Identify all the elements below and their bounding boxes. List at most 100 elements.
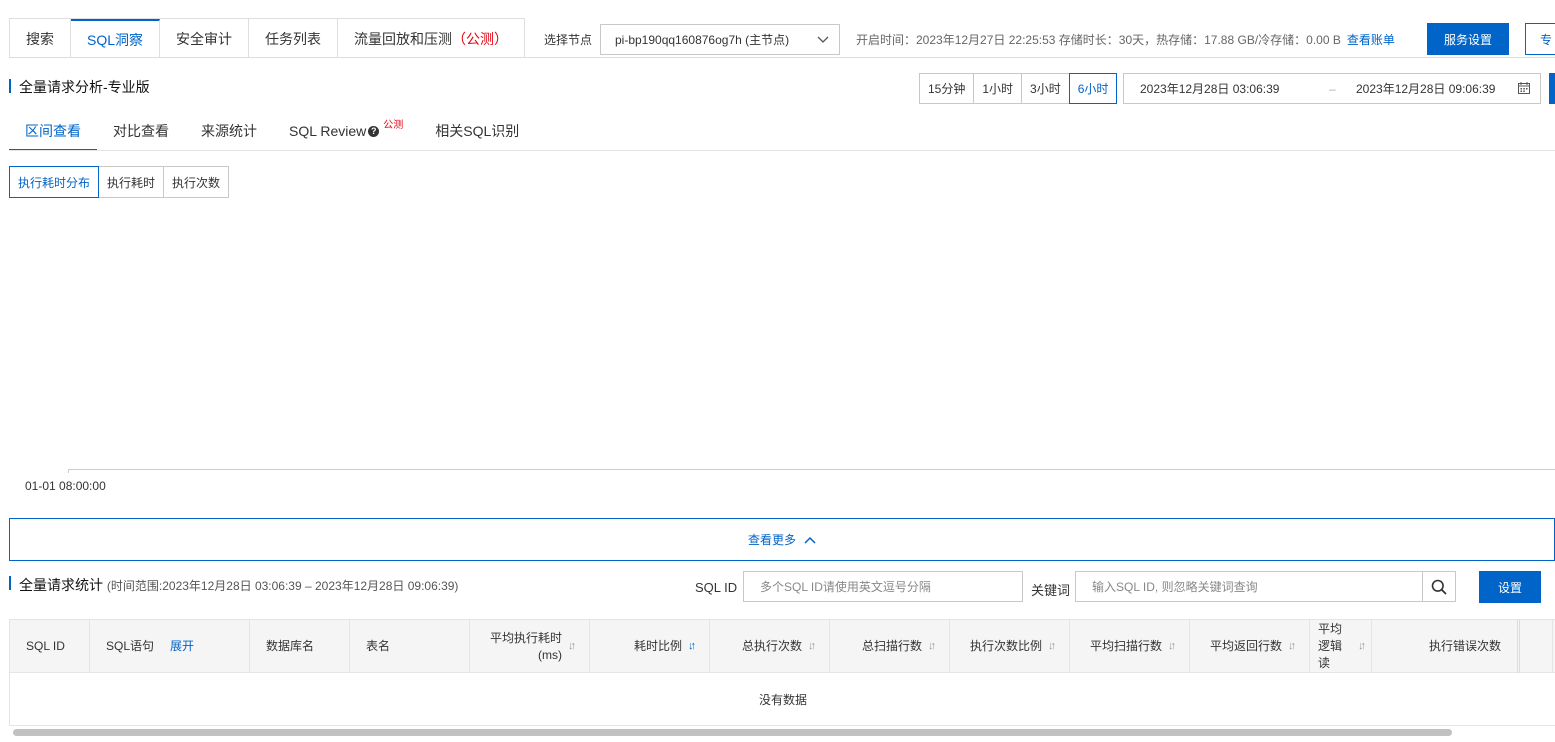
col-exec-errors-label: 执行错误次数 — [1428, 639, 1501, 653]
subtab-source-stats[interactable]: 来源统计 — [185, 112, 273, 150]
sort-icon[interactable]: ↓↑ — [1288, 638, 1296, 655]
col-database: 数据库名 — [250, 620, 350, 673]
help-icon[interactable]: ? — [368, 125, 380, 137]
col-avg-return[interactable]: 平均返回行数 ↓↑ — [1190, 620, 1310, 673]
chart-x-axis — [68, 469, 1555, 470]
beta-badge: 公测 — [383, 119, 404, 131]
sub-tabs: 区间查看 对比查看 来源统计 SQL Review? 公测 相关SQL识别 — [9, 112, 535, 151]
subtab-related-sql[interactable]: 相关SQL识别 — [419, 112, 535, 150]
node-select-label: 选择节点 — [544, 33, 593, 47]
col-sql-statement: SQL语句 展开 — [90, 620, 250, 673]
chart-x-tick — [68, 469, 69, 473]
view-more-label: 查看更多 — [747, 533, 796, 547]
stats-title: 全量请求统计 (时间范围:2023年12月28日 03:06:39 – 2023… — [19, 575, 458, 595]
section-marker — [9, 79, 11, 93]
search-button[interactable] — [1422, 571, 1456, 602]
table-header: SQL ID SQL语句 展开 数据库名 表名 平均执行耗时 (ms) ↓↑ 耗时比… — [10, 619, 1555, 673]
col-latency-ratio-label: 耗时比例 — [633, 639, 682, 653]
range-15min-button[interactable]: 15分钟 — [919, 73, 975, 104]
storage-info-text: 开启时间：2023年12月27日 22:25:53 存储时长：30天，热存储：1… — [856, 33, 1341, 47]
col-avg-scan[interactable]: 平均扫描行数 ↓↑ — [1070, 620, 1190, 673]
time-range-buttons: 15分钟 1小时 3小时 6小时 — [919, 73, 1118, 104]
col-exec-ratio-label: 执行次数比例 — [969, 639, 1042, 653]
sql-id-input[interactable]: 多个SQL ID请使用英文逗号分隔 — [743, 571, 1023, 602]
mode-exec-count[interactable]: 执行次数 — [163, 166, 230, 198]
pro-button[interactable]: 专 — [1525, 23, 1555, 55]
tab-task-list[interactable]: 任务列表 — [249, 19, 339, 58]
date-range-picker[interactable]: 2023年12月28日 03:06:39 – 2023年12月28日 09:06… — [1123, 73, 1541, 104]
range-6h-button[interactable]: 6小时 — [1068, 73, 1118, 104]
col-database-label: 数据库名 — [266, 639, 315, 653]
stats-time-range: (时间范围:2023年12月28日 03:06:39 – 2023年12月28日… — [106, 579, 459, 593]
view-more-button[interactable]: 查看更多 — [9, 518, 1555, 561]
col-avg-scan-label: 平均扫描行数 — [1089, 639, 1162, 653]
subtab-sql-review[interactable]: SQL Review? 公测 — [273, 112, 419, 150]
horizontal-scrollbar[interactable] — [13, 729, 1452, 736]
col-table-name: 表名 — [350, 620, 470, 673]
col-sql-statement-label: SQL语句 — [106, 639, 155, 653]
col-more — [1520, 620, 1553, 673]
sort-icon[interactable]: ↓↑ — [1358, 638, 1366, 655]
mode-latency-distribution[interactable]: 执行耗时分布 — [9, 166, 100, 198]
sort-icon[interactable]: ↓↑ — [568, 638, 576, 655]
col-sql-id: SQL ID — [10, 620, 90, 673]
sort-icon[interactable]: ↓↑ — [928, 638, 936, 655]
sort-icon[interactable]: ↓↑ — [808, 638, 816, 655]
col-avg-latency-label: 平均执行耗时 (ms) — [489, 630, 562, 662]
sub-tabs-divider — [9, 150, 1555, 151]
sql-id-label: SQL ID — [695, 580, 738, 595]
col-avg-return-label: 平均返回行数 — [1209, 639, 1282, 653]
sort-icon[interactable]: ↓↑ — [688, 638, 696, 655]
node-select[interactable]: pi-bp190qq160876og7h (主节点) — [600, 24, 840, 55]
keyword-input[interactable]: 输入SQL ID, 则忽略关键词查询 — [1075, 571, 1423, 602]
col-avg-logical-read-label: 平均逻辑读 — [1318, 622, 1343, 670]
end-date: 2023年12月28日 09:06:39 — [1356, 82, 1496, 96]
keyword-label: 关键词 — [1031, 583, 1071, 598]
col-exec-errors: 执行错误次数 — [1372, 620, 1520, 673]
view-bill-link[interactable]: 查看账单 — [1347, 33, 1395, 47]
col-exec-ratio[interactable]: 执行次数比例 ↓↑ — [950, 620, 1070, 673]
storage-info: 开启时间：2023年12月27日 22:25:53 存储时长：30天，热存储：1… — [856, 31, 1395, 48]
subtab-sql-review-label: SQL Review — [289, 123, 367, 139]
section-marker — [9, 576, 11, 590]
col-total-scan[interactable]: 总扫描行数 ↓↑ — [830, 620, 950, 673]
stats-table: SQL ID SQL语句 展开 数据库名 表名 平均执行耗时 (ms) ↓↑ 耗时比… — [9, 619, 1555, 726]
calendar-icon — [1518, 82, 1530, 94]
tab-traffic-replay[interactable]: 流量回放和压测 （公测） — [338, 19, 524, 58]
range-3h-button[interactable]: 3小时 — [1021, 73, 1070, 104]
analysis-title: 全量请求分析-专业版 — [19, 79, 150, 95]
empty-state: 没有数据 — [758, 692, 807, 707]
node-select-value: pi-bp190qq160876og7h (主节点) — [615, 33, 790, 47]
start-date: 2023年12月28日 03:06:39 — [1140, 82, 1280, 96]
col-total-scan-label: 总扫描行数 — [861, 639, 922, 653]
col-avg-logical-read[interactable]: 平均逻辑读 ↓↑ — [1310, 620, 1372, 673]
mode-latency[interactable]: 执行耗时 — [98, 166, 165, 198]
tab-search[interactable]: 搜索 — [10, 19, 71, 58]
tab-traffic-replay-label: 流量回放和压测 — [354, 30, 453, 47]
subtab-compare-view[interactable]: 对比查看 — [97, 112, 185, 150]
col-sql-id-label: SQL ID — [26, 639, 65, 653]
range-1h-button[interactable]: 1小时 — [973, 73, 1023, 104]
stats-title-text: 全量请求统计 — [19, 577, 103, 593]
query-button-edge[interactable] — [1549, 73, 1555, 104]
col-total-exec-label: 总执行次数 — [741, 639, 802, 653]
chart-x-tick-label: 01-01 08:00:00 — [25, 479, 106, 493]
top-tabs-divider — [9, 57, 1555, 58]
col-latency-ratio[interactable]: 耗时比例 ↓↑ — [590, 620, 710, 673]
tab-sql-insight[interactable]: SQL洞察 — [71, 19, 161, 58]
sort-icon[interactable]: ↓↑ — [1048, 638, 1056, 655]
subtab-range-view[interactable]: 区间查看 — [9, 112, 97, 151]
date-separator: – — [1329, 81, 1336, 96]
chart-mode-buttons: 执行耗时分布 执行耗时 执行次数 — [9, 166, 230, 198]
top-tabs: 搜索 SQL洞察 安全审计 任务列表 流量回放和压测 （公测） — [9, 18, 526, 58]
tab-security-audit[interactable]: 安全审计 — [160, 19, 250, 58]
service-settings-button[interactable]: 服务设置 — [1427, 23, 1509, 55]
col-total-exec[interactable]: 总执行次数 ↓↑ — [710, 620, 830, 673]
col-table-name-label: 表名 — [366, 639, 391, 653]
search-icon — [1431, 579, 1447, 595]
sort-icon[interactable]: ↓↑ — [1168, 638, 1176, 655]
beta-badge: （公测） — [452, 30, 509, 47]
expand-link[interactable]: 展开 — [170, 638, 194, 655]
settings-button[interactable]: 设置 — [1479, 571, 1541, 603]
col-avg-latency[interactable]: 平均执行耗时 (ms) ↓↑ — [470, 620, 590, 673]
